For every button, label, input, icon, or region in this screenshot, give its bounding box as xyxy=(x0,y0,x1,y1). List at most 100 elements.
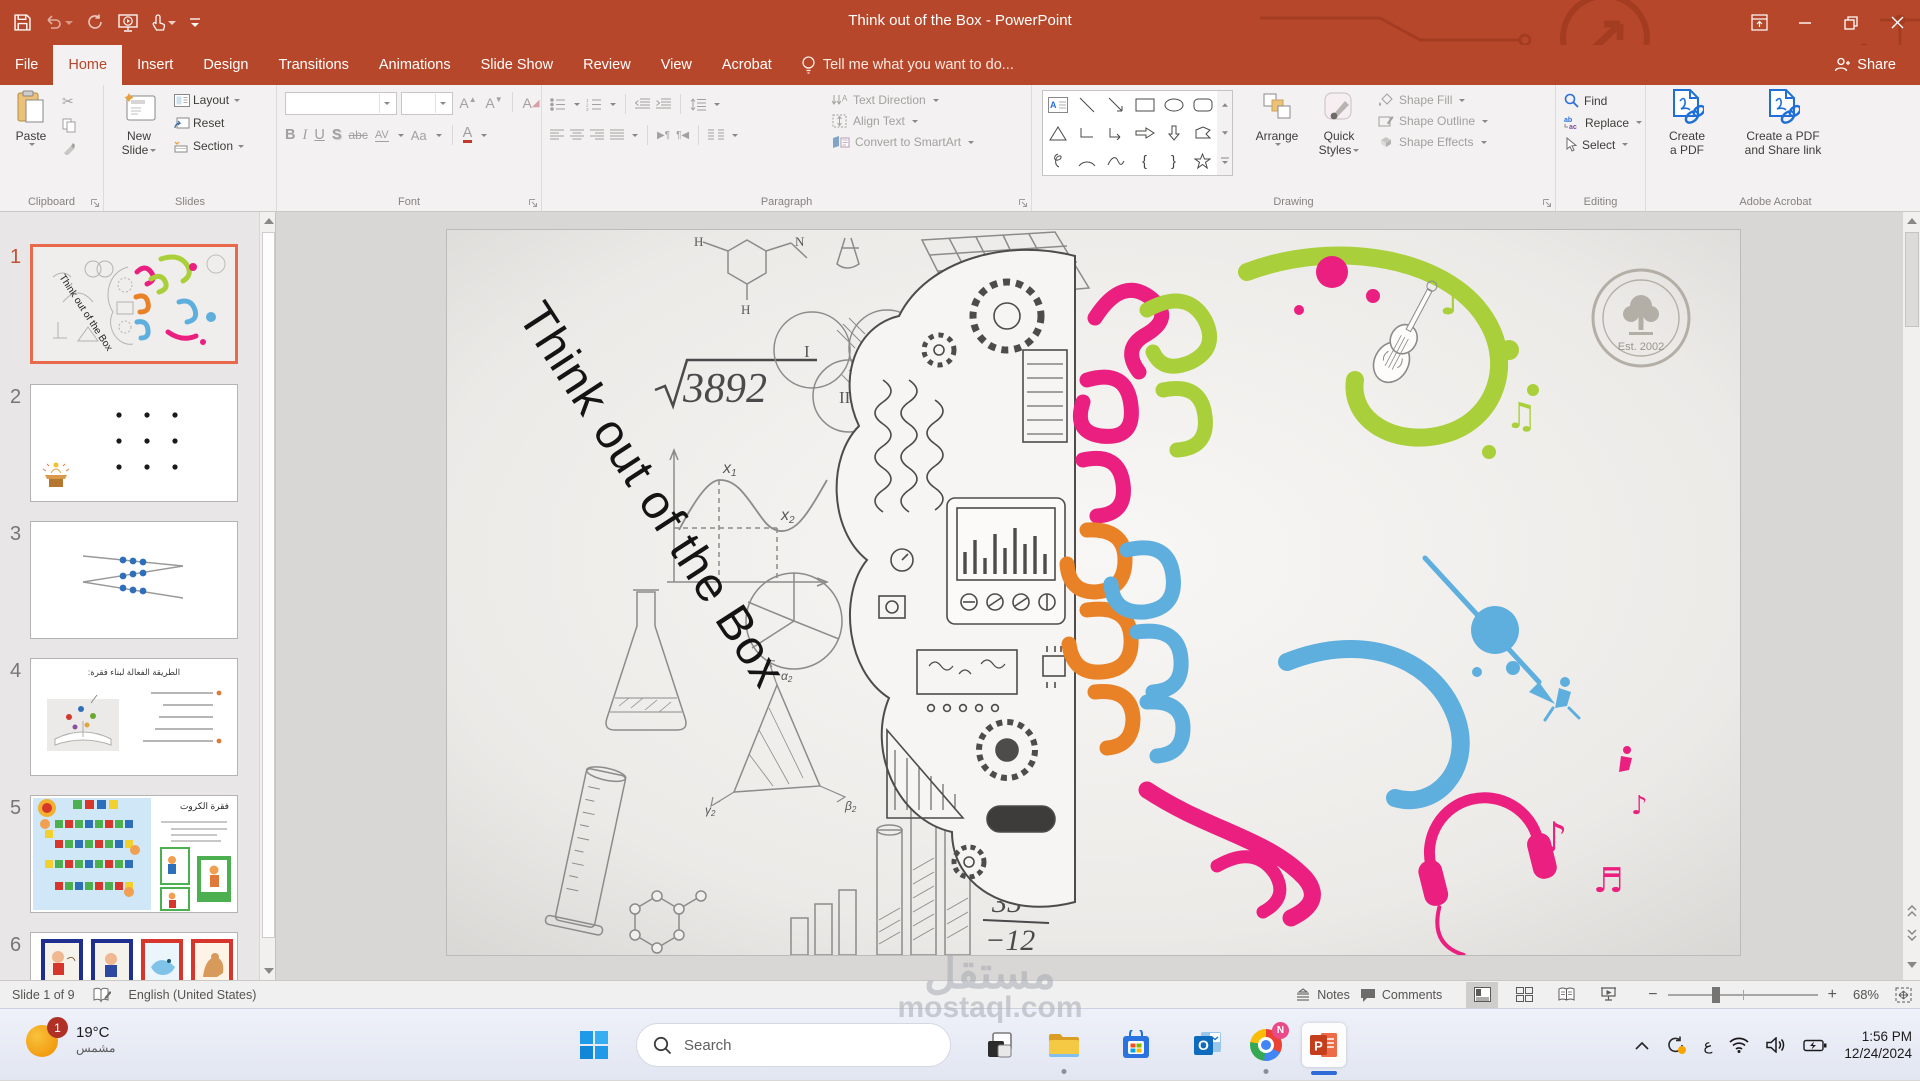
slide-thumbnail-6[interactable] xyxy=(30,932,238,980)
shape-scribble[interactable] xyxy=(1043,147,1072,175)
zoom-level[interactable]: 68% xyxy=(1853,987,1879,1002)
font-size-combo[interactable] xyxy=(401,92,453,115)
new-slide-button[interactable]: New Slide xyxy=(114,89,164,157)
tray-chevron-up[interactable] xyxy=(1635,1041,1649,1050)
change-case-button[interactable]: Aa xyxy=(411,128,427,143)
tab-animations[interactable]: Animations xyxy=(364,45,466,85)
ribbon-display-options-button[interactable] xyxy=(1736,0,1782,45)
thumbnail-scroll-down[interactable] xyxy=(260,962,276,980)
create-pdf-share-button[interactable]: Create a PDF and Share link xyxy=(1728,89,1838,157)
slide-sorter-view-button[interactable] xyxy=(1508,982,1540,1008)
justify-button[interactable] xyxy=(610,129,624,141)
numbering-button[interactable]: 123 xyxy=(586,98,602,111)
slideshow-view-button[interactable] xyxy=(1592,982,1624,1008)
tab-view[interactable]: View xyxy=(646,45,707,85)
tell-me-box[interactable]: Tell me what you want to do... xyxy=(787,45,1028,85)
shape-left-brace[interactable]: { xyxy=(1130,147,1159,175)
create-pdf-button[interactable]: Create a PDF xyxy=(1656,89,1718,157)
layout-button[interactable]: Layout xyxy=(174,93,244,107)
weather-widget[interactable]: 1 19°C مشمس xyxy=(26,1019,115,1059)
normal-view-button[interactable] xyxy=(1466,982,1498,1008)
main-scrollbar[interactable] xyxy=(1902,212,1920,980)
shape-elbow-arrow-connector[interactable] xyxy=(1101,119,1130,147)
shape-down-arrow[interactable] xyxy=(1159,119,1188,147)
text-shadow-button[interactable]: S xyxy=(332,127,342,143)
align-text-button[interactable]: Align Text xyxy=(832,114,974,128)
strikethrough-button[interactable]: abc xyxy=(348,128,367,142)
zoom-in-button[interactable]: + xyxy=(1828,986,1837,1004)
microsoft-store-button[interactable] xyxy=(1114,1023,1158,1067)
line-spacing-button[interactable] xyxy=(690,98,706,111)
align-center-button[interactable] xyxy=(570,129,584,141)
shape-arrow[interactable] xyxy=(1101,91,1130,119)
main-scroll-up[interactable] xyxy=(1903,212,1920,230)
outlook-button[interactable]: O xyxy=(1186,1023,1230,1067)
language-switch[interactable]: ع xyxy=(1703,1036,1712,1054)
start-button[interactable] xyxy=(572,1023,616,1067)
shape-star[interactable] xyxy=(1188,147,1217,175)
convert-to-smartart-button[interactable]: Convert to SmartArt xyxy=(832,135,974,149)
shape-right-arrow[interactable] xyxy=(1130,119,1159,147)
search-input[interactable]: Search xyxy=(636,1023,951,1067)
shape-textbox[interactable]: A xyxy=(1043,91,1072,119)
increase-font-button[interactable]: A▲ xyxy=(457,92,479,114)
shape-rounded-rectangle[interactable] xyxy=(1188,91,1217,119)
bullets-button[interactable] xyxy=(550,98,566,111)
tab-slideshow[interactable]: Slide Show xyxy=(466,45,569,85)
italic-button[interactable]: I xyxy=(302,127,307,144)
tab-home[interactable]: Home xyxy=(53,45,122,85)
zoom-slider-thumb[interactable] xyxy=(1712,987,1720,1003)
bold-button[interactable]: B xyxy=(285,127,295,143)
shape-rectangle[interactable] xyxy=(1130,91,1159,119)
decrease-indent-button[interactable] xyxy=(635,98,650,110)
quick-styles-button[interactable]: Quick Styles xyxy=(1310,89,1368,157)
main-scroll-down[interactable] xyxy=(1903,956,1920,974)
slide-thumbnail-5[interactable]: فقرة الكروت xyxy=(30,795,238,913)
character-spacing-button[interactable]: AV xyxy=(375,129,389,142)
reset-button[interactable]: Reset xyxy=(174,116,244,130)
share-button[interactable]: Share xyxy=(1820,45,1910,85)
increase-indent-button[interactable] xyxy=(656,98,671,110)
shape-outline-button[interactable]: Shape Outline xyxy=(1378,114,1488,128)
main-scroll-thumb[interactable] xyxy=(1905,232,1919,327)
clear-formatting-button[interactable]: A◢ xyxy=(520,92,542,114)
replace-button[interactable]: abac Replace xyxy=(1564,115,1642,130)
tab-transitions[interactable]: Transitions xyxy=(263,45,363,85)
cut-button[interactable]: ✂ xyxy=(62,93,76,110)
thumbnail-scrollbar[interactable] xyxy=(259,212,276,980)
tab-file[interactable]: File xyxy=(0,45,53,85)
tab-insert[interactable]: Insert xyxy=(122,45,188,85)
ltr-direction-button[interactable]: ▶¶ xyxy=(657,130,670,141)
shape-elbow-connector[interactable] xyxy=(1072,119,1101,147)
volume-icon[interactable] xyxy=(1766,1037,1786,1053)
fit-slide-button[interactable] xyxy=(1895,987,1912,1003)
slide-canvas[interactable]: I II III N H H 3892 x1 x2 α2 γ2 β2 35 −1… xyxy=(447,230,1740,955)
notes-button[interactable]: Notes xyxy=(1295,988,1350,1002)
battery-icon[interactable] xyxy=(1803,1039,1827,1052)
tab-acrobat[interactable]: Acrobat xyxy=(707,45,787,85)
sync-update-icon[interactable] xyxy=(1666,1035,1686,1055)
find-button[interactable]: Find xyxy=(1564,93,1642,108)
font-name-combo[interactable] xyxy=(285,92,397,115)
shapes-gallery-scroll[interactable] xyxy=(1217,90,1233,176)
gallery-more[interactable] xyxy=(1217,147,1232,175)
task-view-button[interactable] xyxy=(978,1023,1022,1067)
close-button[interactable] xyxy=(1874,0,1920,45)
slide-thumbnail-2[interactable] xyxy=(30,384,238,502)
shape-curve[interactable] xyxy=(1101,147,1130,175)
powerpoint-button[interactable]: P xyxy=(1302,1023,1346,1067)
slide-thumbnail-4[interactable]: الطريقة الفعالة لبناء فقرة: xyxy=(30,658,238,776)
shapes-gallery[interactable]: A { } xyxy=(1042,90,1218,176)
clock[interactable]: 1:56 PM 12/24/2024 xyxy=(1844,1028,1912,1062)
tab-review[interactable]: Review xyxy=(568,45,646,85)
wifi-icon[interactable] xyxy=(1729,1037,1749,1053)
spellcheck-icon[interactable] xyxy=(93,987,111,1003)
align-right-button[interactable] xyxy=(590,129,604,141)
gallery-scroll-up[interactable] xyxy=(1217,91,1232,119)
slide-thumbnail-1[interactable]: Think out of the Box xyxy=(30,244,238,364)
tab-design[interactable]: Design xyxy=(188,45,263,85)
thumbnail-scroll-thumb[interactable] xyxy=(262,232,275,938)
text-direction-button[interactable]: A Text Direction xyxy=(832,93,974,107)
rtl-direction-button[interactable]: ¶◀ xyxy=(676,130,689,141)
shape-line[interactable] xyxy=(1072,91,1101,119)
